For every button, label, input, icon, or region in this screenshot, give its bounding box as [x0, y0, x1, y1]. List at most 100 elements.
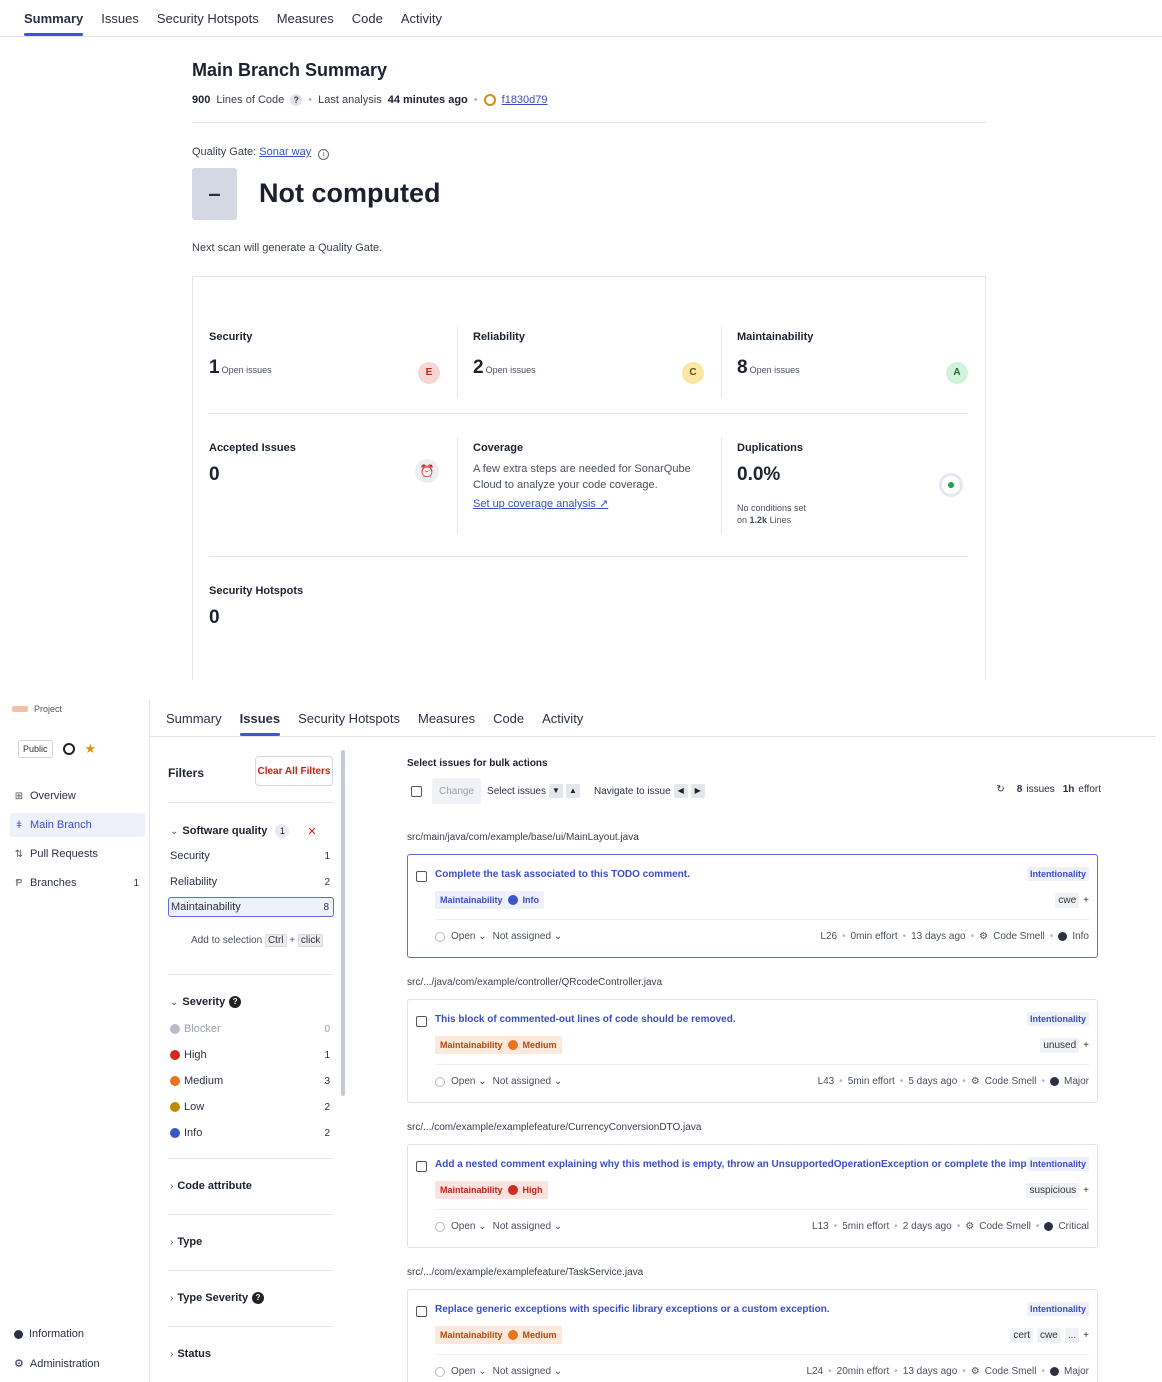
commit-link[interactable]: f1830d79: [502, 94, 548, 106]
tab-security-hotspots[interactable]: Security Hotspots: [157, 11, 259, 36]
issue-title-link[interactable]: Replace generic exceptions with specific…: [435, 1304, 830, 1315]
accepted-issues-card[interactable]: Accepted Issues 0: [209, 442, 296, 486]
issue-checkbox[interactable]: [416, 1306, 427, 1317]
issue-file-path[interactable]: src/main/java/com/example/base/ui/MainLa…: [407, 832, 639, 843]
tab-summary[interactable]: Summary: [166, 711, 222, 736]
maintainability-value[interactable]: 8 Open issues: [737, 357, 813, 379]
add-tag-icon[interactable]: +: [1083, 1040, 1089, 1051]
tab-security-hotspots[interactable]: Security Hotspots: [298, 711, 400, 736]
tab-measures[interactable]: Measures: [418, 711, 475, 736]
help-icon[interactable]: ?: [290, 94, 303, 106]
issue-status-dropdown[interactable]: Open ⌄: [451, 931, 487, 942]
issue-line[interactable]: L24: [806, 1366, 823, 1377]
help-icon[interactable]: ?: [252, 1292, 265, 1304]
facet-item-low[interactable]: Low 2: [168, 1097, 334, 1117]
issue-title-link[interactable]: This block of commented-out lines of cod…: [435, 1014, 736, 1025]
arrow-left-icon[interactable]: ◀: [673, 784, 688, 798]
issue-file-path[interactable]: src/.../com/example/examplefeature/Curre…: [407, 1122, 701, 1133]
facet-type-severity[interactable]: › Type Severity ?: [170, 1292, 265, 1304]
refresh-icon[interactable]: ↻: [996, 784, 1004, 795]
tab-code[interactable]: Code: [493, 711, 524, 736]
security-grade-badge[interactable]: E: [418, 362, 440, 384]
issue-tag[interactable]: cwe: [1037, 1328, 1061, 1343]
sidebar-item-main-branch[interactable]: ǂ Main Branch: [10, 813, 145, 837]
setup-coverage-link[interactable]: Set up coverage analysis ↗: [473, 497, 693, 510]
issue-title-link[interactable]: Complete the task associated to this TOD…: [435, 869, 690, 880]
security-value[interactable]: 1 Open issues: [209, 357, 272, 379]
add-tag-icon[interactable]: +: [1083, 1185, 1089, 1196]
add-tag-icon[interactable]: +: [1083, 1330, 1089, 1341]
sidebar-item-information[interactable]: Information: [14, 1328, 84, 1340]
filters-scrollbar[interactable]: [341, 750, 345, 1096]
impact-pill[interactable]: Maintainability Medium: [435, 1036, 562, 1054]
sidebar-item-administration[interactable]: ⚙ Administration: [14, 1357, 100, 1371]
reliability-card[interactable]: Reliability 2 Open issues: [473, 331, 536, 379]
maintainability-grade-badge[interactable]: A: [946, 362, 968, 384]
sidebar-item-overview[interactable]: ⊞ Overview: [10, 784, 145, 808]
issue-file-path[interactable]: src/.../java/com/example/controller/QRco…: [407, 977, 662, 988]
issue-tag[interactable]: unused: [1040, 1038, 1080, 1053]
add-tag-icon[interactable]: +: [1083, 895, 1089, 906]
facet-item-high[interactable]: High 1: [168, 1045, 334, 1065]
facet-code-attribute[interactable]: › Code attribute: [170, 1180, 252, 1192]
issue-assignee-dropdown[interactable]: Not assigned ⌄: [493, 931, 563, 942]
facet-item-medium[interactable]: Medium 3: [168, 1071, 334, 1091]
reliability-value[interactable]: 2 Open issues: [473, 357, 536, 379]
facet-severity[interactable]: ⌄ Severity ?: [170, 996, 242, 1008]
duplications-card[interactable]: Duplications 0.0% No conditions set on 1…: [737, 442, 806, 526]
facet-item-reliability[interactable]: Reliability 2: [168, 872, 334, 892]
maintainability-card[interactable]: Maintainability 8 Open issues: [737, 331, 813, 379]
issue-tag[interactable]: cwe: [1055, 893, 1080, 908]
issue-card[interactable]: Replace generic exceptions with specific…: [407, 1289, 1098, 1382]
issue-checkbox[interactable]: [416, 871, 427, 882]
quality-gate-link[interactable]: Sonar way: [259, 146, 311, 158]
issue-line[interactable]: L43: [818, 1076, 835, 1087]
issue-assignee-dropdown[interactable]: Not assigned ⌄: [493, 1221, 563, 1232]
issue-line[interactable]: L26: [820, 931, 837, 942]
impact-pill[interactable]: Maintainability Info: [435, 891, 545, 909]
facet-item-info[interactable]: Info 2: [168, 1123, 334, 1143]
sidebar-item-branches[interactable]: Ᵽ Branches 1: [10, 871, 145, 895]
facet-item-maintainability[interactable]: Maintainability 8: [168, 897, 334, 917]
tab-issues[interactable]: Issues: [101, 11, 139, 36]
issue-line[interactable]: L13: [812, 1221, 829, 1232]
security-card[interactable]: Security 1 Open issues: [209, 331, 272, 379]
issue-title-link[interactable]: Add a nested comment explaining why this…: [435, 1159, 1085, 1170]
issue-status-dropdown[interactable]: Open ⌄: [451, 1366, 487, 1377]
issue-tag[interactable]: suspicious: [1026, 1183, 1080, 1198]
arrow-right-icon[interactable]: ▶: [690, 784, 705, 798]
tab-activity[interactable]: Activity: [542, 711, 583, 736]
change-button[interactable]: Change: [432, 778, 482, 804]
issue-assignee-dropdown[interactable]: Not assigned ⌄: [493, 1366, 563, 1377]
impact-pill[interactable]: Maintainability High: [435, 1181, 548, 1199]
tab-measures[interactable]: Measures: [277, 11, 334, 36]
facet-software-quality[interactable]: ⌄ Software quality 1 ✕: [170, 824, 317, 838]
reliability-grade-badge[interactable]: C: [682, 362, 704, 384]
sidebar-item-pull-requests[interactable]: ⇅ Pull Requests: [10, 842, 145, 866]
tab-summary[interactable]: Summary: [24, 11, 84, 36]
issue-tag[interactable]: ...: [1064, 1328, 1080, 1343]
issue-card[interactable]: Add a nested comment explaining why this…: [407, 1144, 1098, 1248]
arrow-down-icon[interactable]: ▼: [548, 784, 563, 798]
info-icon[interactable]: i: [318, 149, 330, 160]
star-icon[interactable]: ★: [85, 742, 97, 755]
issue-assignee-dropdown[interactable]: Not assigned ⌄: [493, 1076, 563, 1087]
facet-type[interactable]: › Type: [170, 1236, 202, 1248]
issue-checkbox[interactable]: [416, 1161, 427, 1172]
github-icon[interactable]: [62, 743, 75, 755]
issue-file-path[interactable]: src/.../com/example/examplefeature/TaskS…: [407, 1267, 643, 1278]
issue-card[interactable]: This block of commented-out lines of cod…: [407, 999, 1098, 1103]
tab-issues[interactable]: Issues: [239, 711, 281, 736]
hotspots-value[interactable]: 0: [209, 607, 303, 629]
facet-status[interactable]: › Status: [170, 1348, 211, 1360]
select-all-checkbox[interactable]: [411, 785, 422, 797]
security-hotspots-card[interactable]: Security Hotspots 0: [209, 585, 303, 629]
facet-item-blocker[interactable]: Blocker 0: [168, 1019, 334, 1039]
issue-status-dropdown[interactable]: Open ⌄: [451, 1076, 487, 1087]
issue-status-dropdown[interactable]: Open ⌄: [451, 1221, 487, 1232]
accepted-value[interactable]: 0: [209, 464, 296, 486]
arrow-up-icon[interactable]: ▲: [565, 784, 580, 798]
duplications-value[interactable]: 0.0%: [737, 464, 806, 486]
issue-tag[interactable]: cert: [1010, 1328, 1034, 1343]
impact-pill[interactable]: Maintainability Medium: [435, 1326, 562, 1344]
